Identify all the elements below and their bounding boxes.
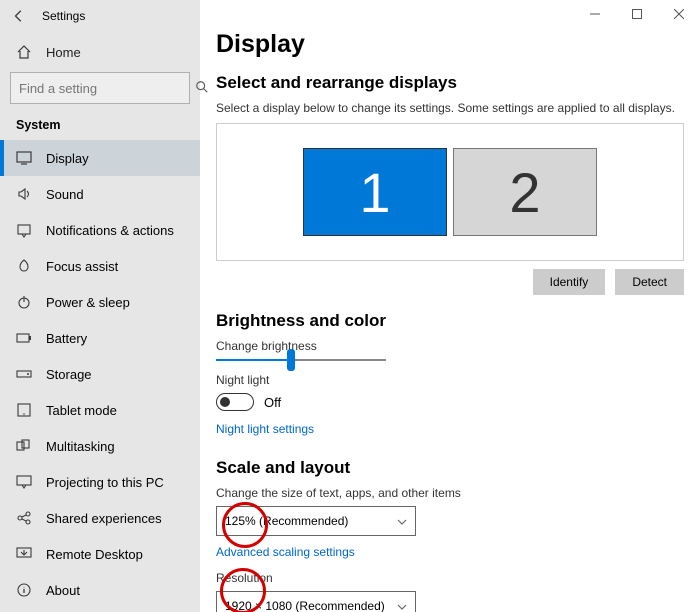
storage-icon [16,366,32,382]
slider-thumb[interactable] [287,349,295,371]
toggle-knob [220,397,230,407]
sidebar-item-remote[interactable]: Remote Desktop [0,536,200,572]
identify-button[interactable]: Identify [533,269,606,295]
sidebar-item-storage[interactable]: Storage [0,356,200,392]
sidebar-item-label: Power & sleep [46,295,130,310]
night-light-toggle[interactable] [216,393,254,411]
display-icon [16,150,32,166]
close-button[interactable] [658,0,700,28]
chevron-down-icon [397,599,407,612]
night-light-state: Off [264,395,281,410]
app-title: Settings [42,9,85,23]
advanced-scaling-link[interactable]: Advanced scaling settings [216,545,355,559]
sidebar-item-projecting[interactable]: Projecting to this PC [0,464,200,500]
projecting-icon [16,474,32,490]
sidebar-item-sound[interactable]: Sound [0,176,200,212]
sidebar-item-focus[interactable]: Focus assist [0,248,200,284]
sidebar-item-battery[interactable]: Battery [0,320,200,356]
power-icon [16,294,32,310]
multitasking-icon [16,438,32,454]
home-label: Home [46,45,81,60]
chevron-down-icon [397,514,407,528]
sidebar-item-display[interactable]: Display [0,140,200,176]
remote-icon [16,546,32,562]
night-light-row: Off [216,393,700,411]
maximize-button[interactable] [616,0,658,28]
sidebar-item-power[interactable]: Power & sleep [0,284,200,320]
home-icon [16,44,32,60]
display-actions: Identify Detect [216,269,684,295]
about-icon [16,582,32,598]
scale-value: 125% (Recommended) [225,514,348,528]
search-field[interactable] [10,72,190,104]
resolution-dropdown[interactable]: 1920 × 1080 (Recommended) [216,591,416,612]
sidebar-item-label: Multitasking [46,439,115,454]
notifications-icon [16,222,32,238]
titlebar: Settings [0,0,200,32]
content-area: Display Select and rearrange displays Se… [200,0,700,612]
sidebar: Home System Display Sound Notifications … [0,0,200,612]
sidebar-item-label: Shared experiences [46,511,162,526]
display-arrangement[interactable]: 1 2 [216,123,684,261]
tablet-icon [16,402,32,418]
resolution-label: Resolution [216,571,700,585]
arrow-left-icon [12,9,26,23]
section-scale-title: Scale and layout [216,458,700,478]
back-button[interactable] [4,1,34,31]
scale-label: Change the size of text, apps, and other… [216,486,700,500]
settings-window: Settings Home System Display Sound Notif… [0,0,700,612]
sidebar-item-label: Focus assist [46,259,118,274]
sidebar-item-label: Display [46,151,89,166]
section-rearrange-title: Select and rearrange displays [216,73,700,93]
scale-dropdown[interactable]: 125% (Recommended) [216,506,416,536]
sidebar-item-label: Battery [46,331,87,346]
sidebar-item-multitasking[interactable]: Multitasking [0,428,200,464]
sidebar-item-label: Notifications & actions [46,223,174,238]
slider-fill [216,359,287,361]
window-controls [574,0,700,30]
focus-icon [16,258,32,274]
shared-icon [16,510,32,526]
minimize-button[interactable] [574,0,616,28]
category-label: System [0,114,200,140]
sidebar-item-label: Sound [46,187,84,202]
sidebar-item-label: Projecting to this PC [46,475,164,490]
page-title: Display [216,30,700,59]
night-light-settings-link[interactable]: Night light settings [216,422,314,436]
sidebar-item-label: About [46,583,80,598]
battery-icon [16,330,32,346]
brightness-slider[interactable] [216,359,386,361]
monitor-2[interactable]: 2 [453,148,597,236]
sidebar-item-about[interactable]: About [0,572,200,608]
sidebar-item-notifications[interactable]: Notifications & actions [0,212,200,248]
slider-track [216,359,386,361]
sidebar-item-label: Storage [46,367,92,382]
sound-icon [16,186,32,202]
search-icon [195,80,209,97]
sidebar-item-label: Tablet mode [46,403,117,418]
night-light-label: Night light [216,373,700,387]
sidebar-item-shared[interactable]: Shared experiences [0,500,200,536]
home-button[interactable]: Home [0,36,200,68]
search-input[interactable] [19,81,195,96]
section-rearrange-sub: Select a display below to change its set… [216,101,700,115]
resolution-value: 1920 × 1080 (Recommended) [225,599,385,612]
sidebar-item-tablet[interactable]: Tablet mode [0,392,200,428]
section-brightness-title: Brightness and color [216,311,700,331]
monitor-1[interactable]: 1 [303,148,447,236]
sidebar-item-label: Remote Desktop [46,547,143,562]
detect-button[interactable]: Detect [615,269,684,295]
